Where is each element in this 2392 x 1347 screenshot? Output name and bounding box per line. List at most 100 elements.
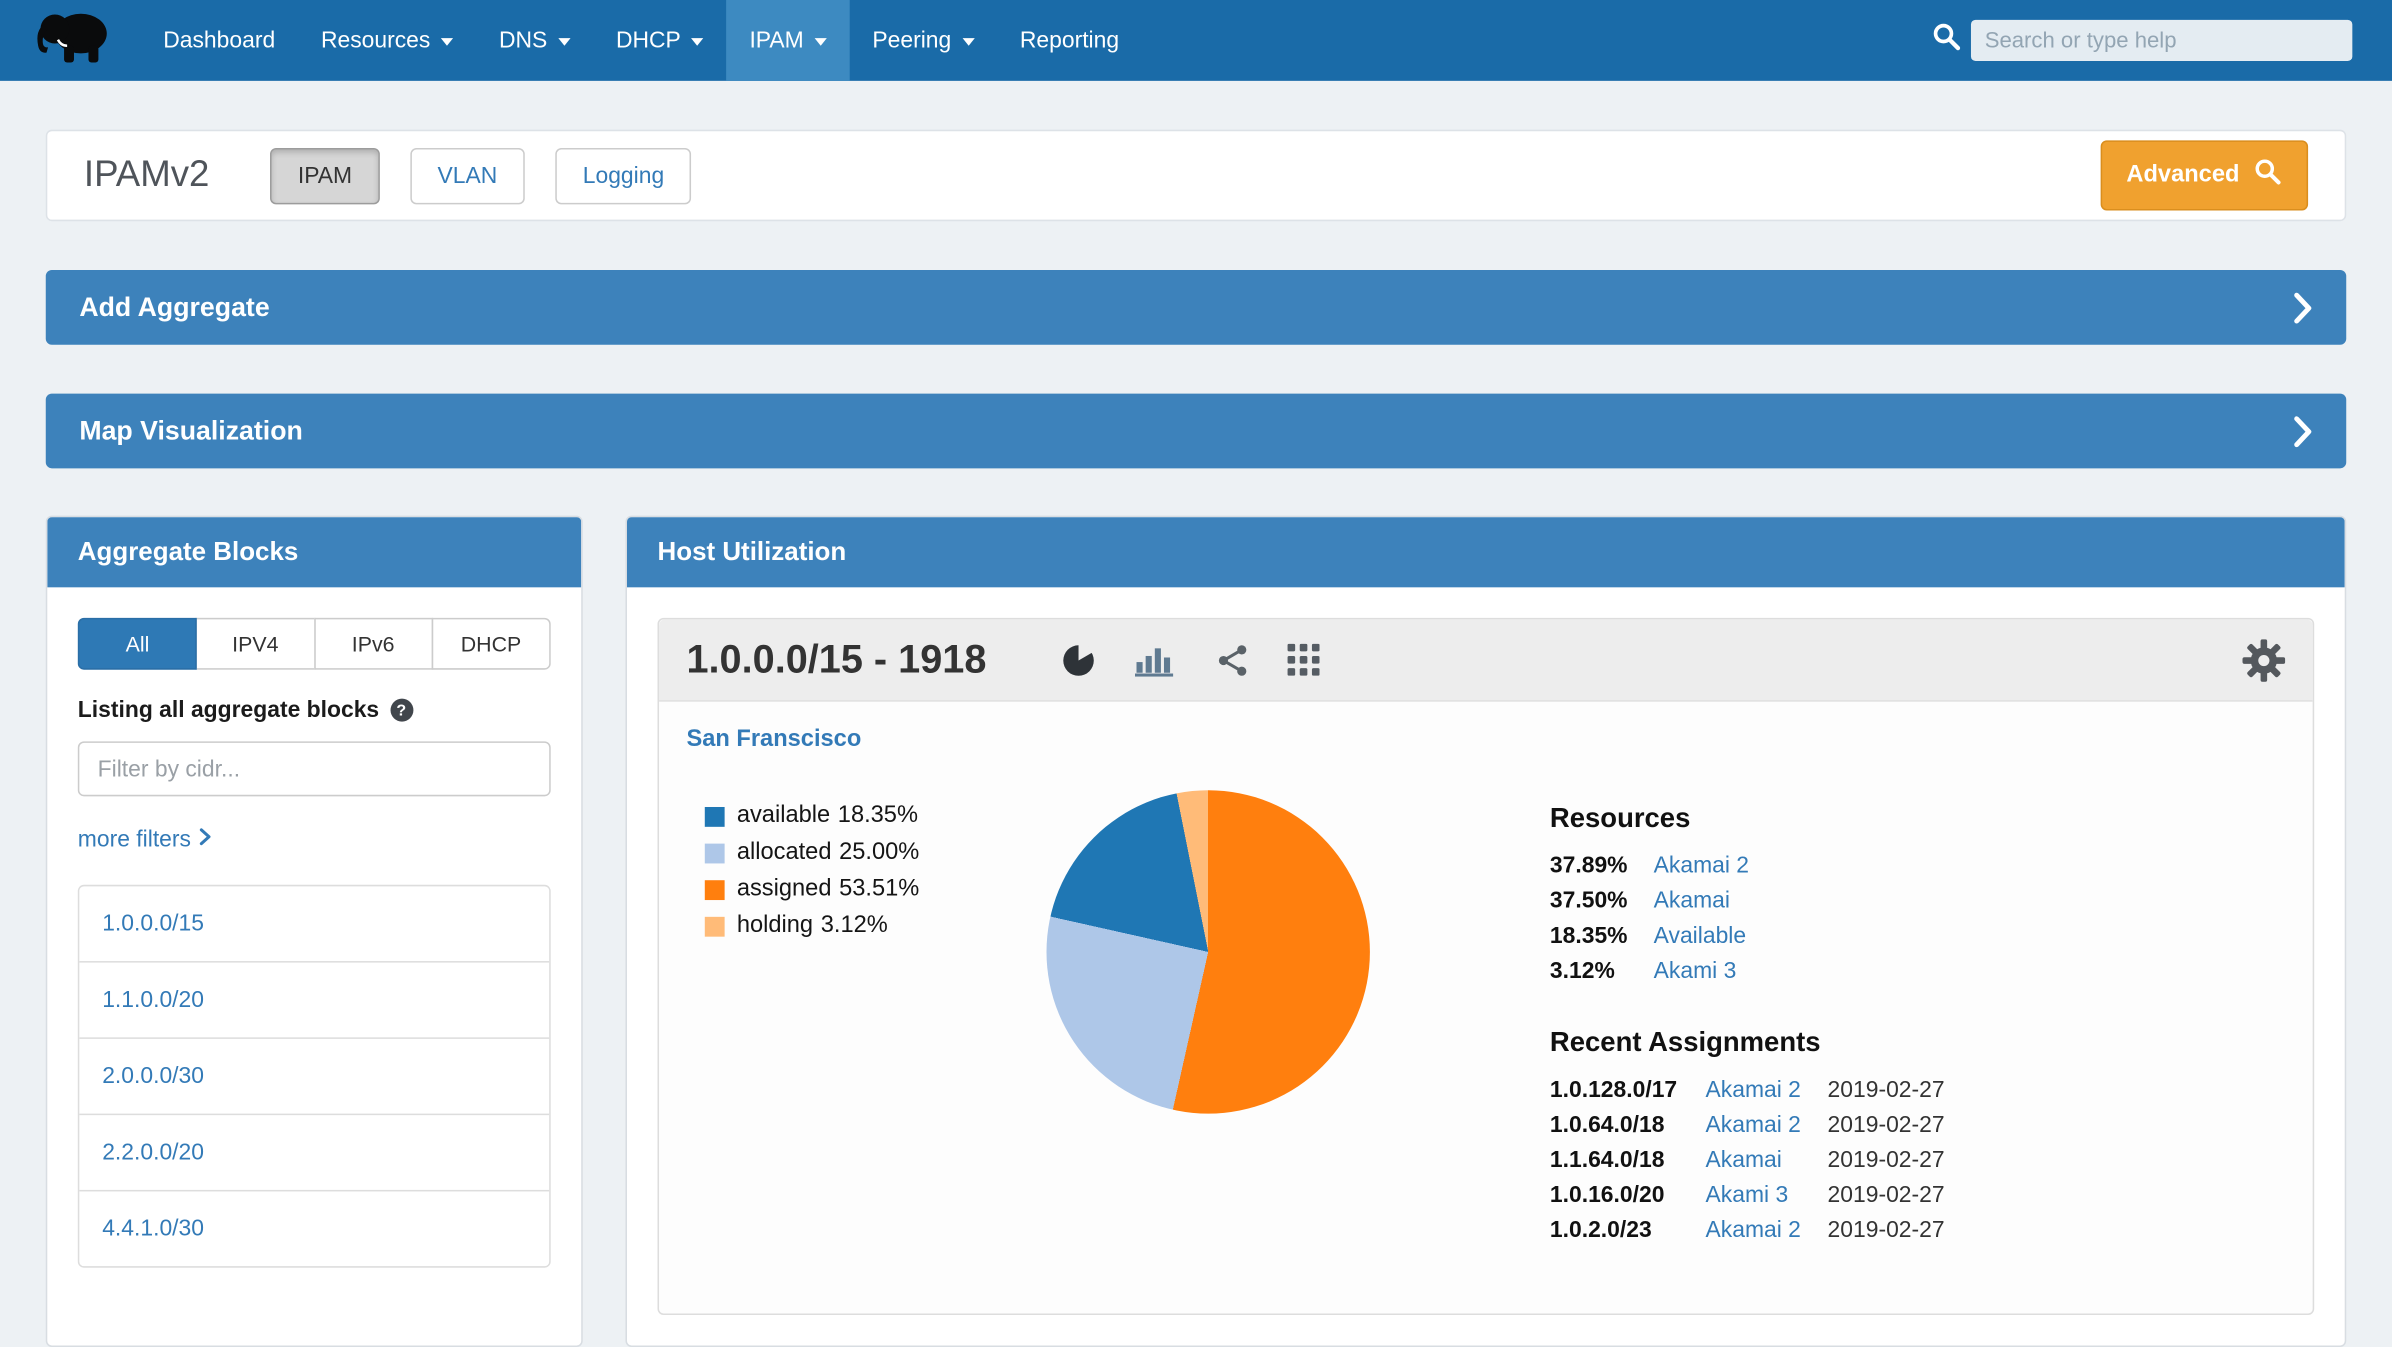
filter-ipv6[interactable]: IPv6 [313,618,432,670]
nav-label: Dashboard [163,27,275,53]
resource-link[interactable]: Akami 3 [1654,958,1737,984]
list-item[interactable]: 1.0.0.0/15 [79,886,549,961]
assignment-link[interactable]: Akamai 2 [1706,1217,1828,1243]
cidr-filter-input[interactable] [78,741,551,796]
nav-label: IPAM [749,27,803,53]
resource-pct: 37.89% [1550,853,1654,879]
assignment-cidr: 1.0.64.0/18 [1550,1112,1706,1138]
grid-icon[interactable] [1287,644,1319,676]
nav-item-ipam[interactable]: IPAM [727,0,850,81]
nav-label: Peering [872,27,951,53]
resource-link[interactable]: Available [1654,923,1746,949]
block-detail-header: 1.0.0.0/15 - 1918 [659,619,2313,701]
legend-label: available [737,802,830,829]
filter-ipv4[interactable]: IPV4 [196,618,315,670]
map-visualization-bar[interactable]: Map Visualization [46,394,2346,469]
tab-logging[interactable]: Logging [555,147,691,203]
legend-value: 25.00% [839,839,919,866]
tab-vlan[interactable]: VLAN [410,147,525,203]
legend-label: allocated [737,839,832,866]
assignment-date: 2019-02-27 [1828,1112,1945,1138]
resources-title: Resources [1550,802,1945,834]
assignment-row: 1.0.2.0/23 Akamai 2 2019-02-27 [1550,1217,1945,1243]
resource-row: 3.12% Akami 3 [1550,958,1945,984]
assignment-row: 1.0.64.0/18 Akamai 2 2019-02-27 [1550,1112,1945,1138]
more-filters-link[interactable]: more filters [78,827,213,853]
recent-assignments: Recent Assignments 1.0.128.0/17 Akamai 2… [1550,1027,1945,1244]
aggregate-blocks-body: All IPV4 IPv6 DHCP Listing all aggregate… [47,587,581,1298]
pie-legend: available 18.35% allocated 25.00% [686,802,991,1252]
recent-assignments-title: Recent Assignments [1550,1027,1945,1059]
resource-link[interactable]: Akamai 2 [1654,853,1749,879]
list-item[interactable]: 2.2.0.0/20 [79,1114,549,1190]
chevron-right-icon [2293,291,2313,325]
brand-logo[interactable] [0,0,140,81]
search-input[interactable] [1971,20,2352,61]
nav-item-dhcp[interactable]: DHCP [593,0,727,81]
list-item[interactable]: 1.1.0.0/20 [79,961,549,1037]
assignment-row: 1.1.64.0/18 Akamai 2019-02-27 [1550,1147,1945,1173]
assignment-date: 2019-02-27 [1828,1147,1945,1173]
chevron-down-icon [814,38,826,46]
bar-chart-icon[interactable] [1134,643,1177,677]
list-item[interactable]: 2.0.0.0/30 [79,1037,549,1113]
nav-label: DHCP [616,27,681,53]
nav-item-dashboard[interactable]: Dashboard [140,0,298,81]
legend-value: 18.35% [838,802,918,829]
main-columns: Aggregate Blocks All IPV4 IPv6 DHCP List… [46,516,2346,1347]
chevron-right-icon [199,827,213,853]
top-navbar: Dashboard Resources DNS DHCP IPAM Peerin… [0,0,2392,81]
nav-label: DNS [499,27,547,53]
assignment-link[interactable]: Akamai [1706,1147,1828,1173]
nav-label: Resources [321,27,430,53]
legend-swatch [705,843,725,863]
nav-item-dns[interactable]: DNS [476,0,593,81]
aggregate-block-list: 1.0.0.0/15 1.1.0.0/20 2.0.0.0/30 2.2.0.0… [78,885,551,1268]
help-icon[interactable]: ? [390,699,413,722]
utilization-chart-row: available 18.35% allocated 25.00% [686,802,2285,1252]
legend-item: allocated 25.00% [705,839,992,866]
assignment-date: 2019-02-27 [1828,1182,1945,1208]
aggregate-blocks-title: Aggregate Blocks [47,517,581,587]
legend-value: 53.51% [839,876,919,903]
block-detail-body: San Franscisco available 18.35% [659,702,2313,1314]
legend-value: 3.12% [821,912,888,939]
legend-item: assigned 53.51% [705,876,992,903]
assignment-cidr: 1.1.64.0/18 [1550,1147,1706,1173]
list-item[interactable]: 4.4.1.0/30 [79,1190,549,1266]
host-utilization-panel: Host Utilization 1.0.0.0/15 - 1918 [625,516,2346,1347]
legend-item: available 18.35% [705,802,992,829]
legend-item: holding 3.12% [705,912,992,939]
nav-item-resources[interactable]: Resources [298,0,476,81]
pie-chart [1046,790,1369,1113]
tab-ipam[interactable]: IPAM [270,147,379,203]
filter-all[interactable]: All [78,618,197,670]
pie-chart-icon[interactable] [1060,641,1097,678]
chevron-down-icon [691,38,703,46]
filter-dhcp[interactable]: DHCP [431,618,550,670]
assignment-row: 1.0.16.0/20 Akami 3 2019-02-27 [1550,1182,1945,1208]
navbar-search [1931,0,2392,81]
resource-link[interactable]: Akamai [1654,888,1730,914]
assignment-link[interactable]: Akamai 2 [1706,1112,1828,1138]
share-icon[interactable] [1215,643,1249,677]
host-utilization-body: 1.0.0.0/15 - 1918 [627,587,2345,1345]
legend-swatch [705,806,725,826]
chevron-right-icon [2293,414,2313,448]
legend-swatch [705,879,725,899]
assignment-cidr: 1.0.16.0/20 [1550,1182,1706,1208]
gear-icon[interactable] [2242,638,2285,681]
assignment-cidr: 1.0.2.0/23 [1550,1217,1706,1243]
legend-swatch [705,916,725,936]
add-aggregate-bar[interactable]: Add Aggregate [46,270,2346,345]
assignment-link[interactable]: Akami 3 [1706,1182,1828,1208]
nav-item-reporting[interactable]: Reporting [997,0,1142,81]
nav-item-peering[interactable]: Peering [849,0,997,81]
advanced-search-button[interactable]: Advanced [2100,140,2308,210]
assignment-link[interactable]: Akamai 2 [1706,1077,1828,1103]
search-icon [1931,21,1962,59]
legend-label: assigned [737,876,832,903]
location-link[interactable]: San Franscisco [686,726,861,753]
nav-label: Reporting [1020,27,1119,53]
block-detail-card: 1.0.0.0/15 - 1918 [657,618,2314,1315]
